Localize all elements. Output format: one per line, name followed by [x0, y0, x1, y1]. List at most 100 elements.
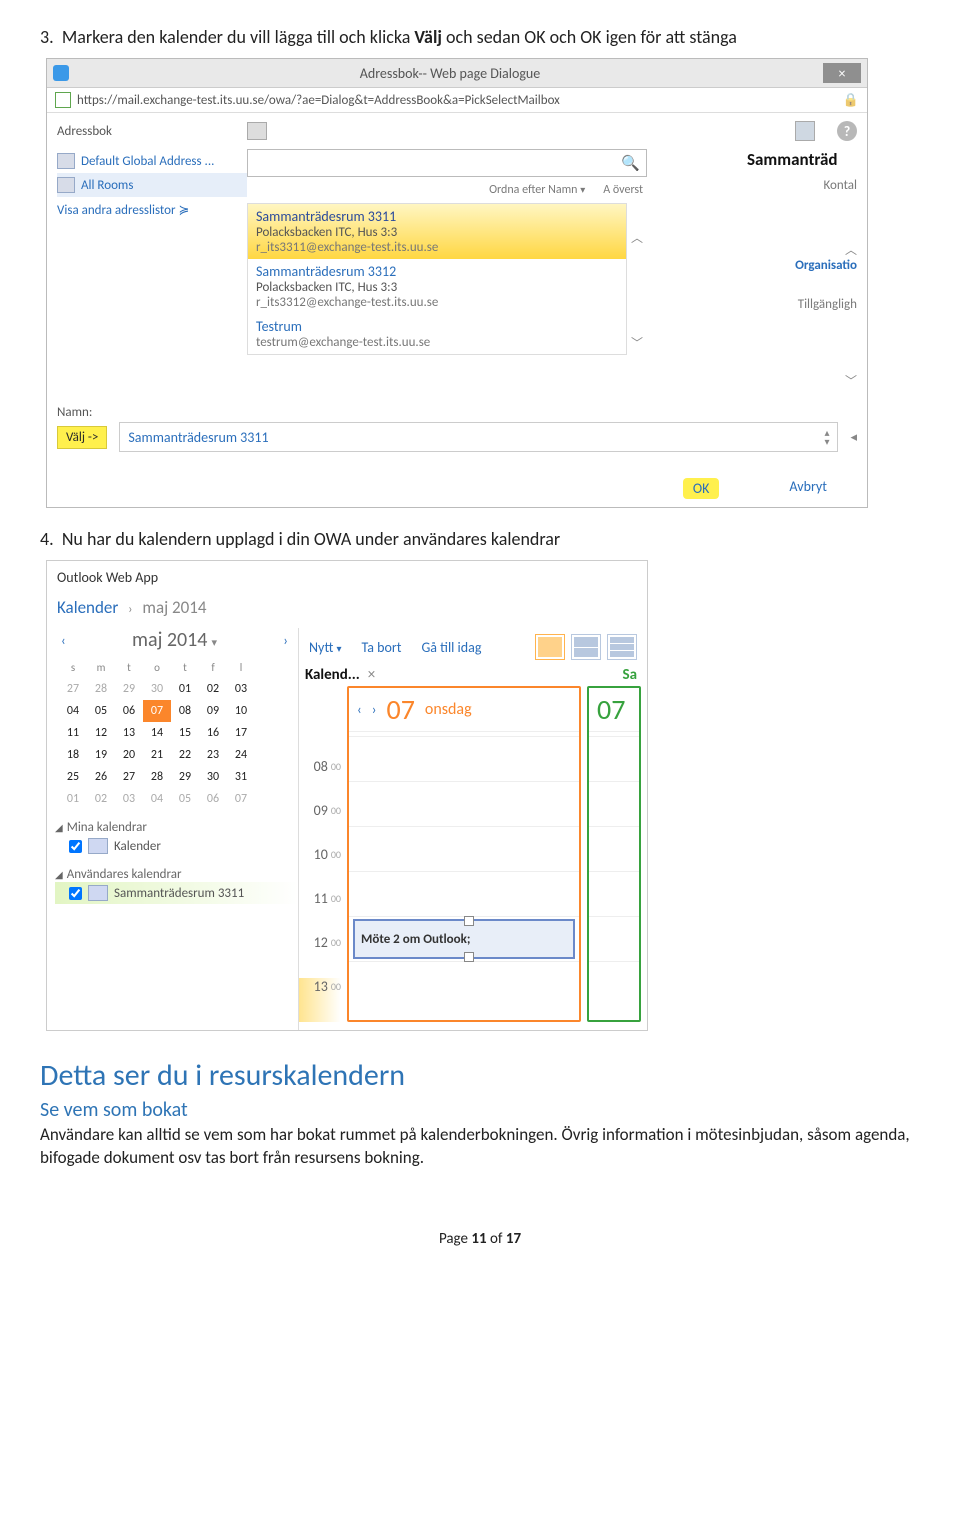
- calendar-day[interactable]: 05: [171, 788, 199, 810]
- room-list-item[interactable]: Sammanträdesrum 3311 Polacksbacken ITC, …: [248, 204, 626, 259]
- time-slot[interactable]: [349, 826, 579, 871]
- calendar-day[interactable]: 15: [171, 722, 199, 744]
- calendar-day[interactable]: 07: [227, 788, 255, 810]
- ok-button[interactable]: OK: [683, 478, 720, 499]
- view-month-button[interactable]: [607, 634, 637, 660]
- calendar-day[interactable]: 03: [227, 678, 255, 700]
- help-icon[interactable]: ?: [837, 121, 857, 141]
- calendar-day[interactable]: 29: [115, 678, 143, 700]
- show-other-lists-link[interactable]: Visa andra adresslistor ≽: [57, 203, 247, 218]
- calendar-day[interactable]: 03: [115, 788, 143, 810]
- delete-button[interactable]: Ta bort: [362, 639, 402, 656]
- calendar-day[interactable]: 01: [59, 788, 87, 810]
- today-button[interactable]: Gå till idag: [421, 639, 481, 656]
- scroll-up-icon[interactable]: ︿: [631, 229, 643, 246]
- calendar-day[interactable]: 18: [59, 744, 87, 766]
- room-list-item[interactable]: Sammanträdesrum 3312 Polacksbacken ITC, …: [248, 259, 626, 314]
- dialog-close-button[interactable]: ×: [823, 63, 861, 83]
- chevron-down-icon[interactable]: ▾: [211, 636, 217, 649]
- calendar-day[interactable]: 30: [143, 678, 171, 700]
- scroll-up-icon[interactable]: ︿: [747, 241, 857, 258]
- calendar-tab[interactable]: Kalend...×: [305, 666, 375, 684]
- calendar-item-room[interactable]: Sammanträdesrum 3311: [55, 882, 298, 904]
- room-list-item[interactable]: Testrum testrum@exchange-test.its.uu.se: [248, 314, 626, 354]
- calendar-day[interactable]: 24: [227, 744, 255, 766]
- calendar-day[interactable]: 12: [87, 722, 115, 744]
- calendar-day[interactable]: 08: [171, 700, 199, 722]
- prev-month-button[interactable]: ‹: [61, 632, 66, 649]
- group-my-calendars[interactable]: ◢Mina kalendrar: [55, 820, 298, 835]
- calendar-day[interactable]: 31: [227, 766, 255, 788]
- time-slot[interactable]: [589, 781, 639, 826]
- calendar-day[interactable]: 16: [199, 722, 227, 744]
- time-slot[interactable]: [349, 871, 579, 916]
- calendar-event[interactable]: Möte 2 om Outlook;: [353, 919, 575, 959]
- calendar-day[interactable]: 23: [199, 744, 227, 766]
- time-slot[interactable]: [589, 826, 639, 871]
- time-slot[interactable]: [589, 961, 639, 1006]
- calendar-day[interactable]: 27: [59, 678, 87, 700]
- calendar-day[interactable]: 07: [143, 700, 171, 722]
- prev-day-button[interactable]: ‹: [357, 701, 362, 718]
- selected-name-field[interactable]: Sammanträdesrum 3311 ▴▾: [119, 422, 838, 452]
- calendar-day[interactable]: 28: [143, 766, 171, 788]
- calendar-checkbox[interactable]: [69, 840, 82, 853]
- calendar-day[interactable]: 28: [87, 678, 115, 700]
- cancel-button[interactable]: Avbryt: [789, 478, 827, 499]
- calendar-day[interactable]: 05: [87, 700, 115, 722]
- calendar-day[interactable]: 04: [59, 700, 87, 722]
- next-day-button[interactable]: ›: [372, 701, 377, 718]
- scroll-down-icon[interactable]: ﹀: [747, 372, 857, 389]
- mini-cal-month[interactable]: maj 2014: [132, 628, 207, 652]
- search-input[interactable]: 🔍: [247, 149, 647, 177]
- calendar-day[interactable]: 01: [171, 678, 199, 700]
- new-button[interactable]: Nytt ▾: [309, 639, 342, 656]
- sidebar-default-gal[interactable]: Default Global Address ...: [57, 149, 247, 173]
- calendar-day[interactable]: 27: [115, 766, 143, 788]
- list-scrollbar[interactable]: ︿ ﹀: [627, 203, 647, 355]
- time-slot[interactable]: [589, 871, 639, 916]
- select-button[interactable]: Välj ->: [57, 426, 107, 449]
- calendar-item-mine[interactable]: Kalender: [55, 835, 298, 857]
- calendar-day[interactable]: 06: [199, 788, 227, 810]
- collapse-icon[interactable]: ◂: [850, 430, 857, 445]
- stepper-up-icon[interactable]: ▴▾: [824, 428, 829, 446]
- calendar-day[interactable]: 02: [87, 788, 115, 810]
- calendar-day[interactable]: 19: [87, 744, 115, 766]
- calendar-day[interactable]: 10: [227, 700, 255, 722]
- time-slot[interactable]: [589, 736, 639, 781]
- calendar-tab-secondary[interactable]: Sa: [623, 666, 638, 684]
- scroll-down-icon[interactable]: ﹀: [631, 334, 643, 351]
- calendar-day[interactable]: 11: [59, 722, 87, 744]
- close-tab-icon[interactable]: ×: [368, 666, 375, 684]
- calendar-day[interactable]: 02: [199, 678, 227, 700]
- calendar-day[interactable]: 29: [171, 766, 199, 788]
- addressbook-icon[interactable]: [247, 122, 267, 140]
- group-user-calendars[interactable]: ◢Användares kalendrar: [55, 867, 298, 882]
- calendar-day[interactable]: 21: [143, 744, 171, 766]
- next-month-button[interactable]: ›: [283, 632, 288, 649]
- calendar-day[interactable]: 22: [171, 744, 199, 766]
- action-icon[interactable]: [795, 121, 815, 141]
- view-day-button[interactable]: [535, 634, 565, 660]
- calendar-day[interactable]: 26: [87, 766, 115, 788]
- sort-order-link[interactable]: A överst: [603, 183, 643, 197]
- calendar-day[interactable]: 14: [143, 722, 171, 744]
- calendar-day[interactable]: 06: [115, 700, 143, 722]
- breadcrumb-calendar[interactable]: Kalender: [57, 597, 118, 618]
- calendar-day[interactable]: 20: [115, 744, 143, 766]
- time-slot[interactable]: [349, 781, 579, 826]
- calendar-day[interactable]: 17: [227, 722, 255, 744]
- calendar-day[interactable]: 04: [143, 788, 171, 810]
- time-slot[interactable]: [349, 736, 579, 781]
- time-slot[interactable]: [349, 961, 579, 1006]
- search-icon[interactable]: 🔍: [621, 154, 640, 173]
- details-organization-link[interactable]: Organisatio: [747, 258, 857, 273]
- view-week-button[interactable]: [571, 634, 601, 660]
- calendar-day[interactable]: 25: [59, 766, 87, 788]
- calendar-day[interactable]: 13: [115, 722, 143, 744]
- calendar-day[interactable]: 30: [199, 766, 227, 788]
- calendar-day[interactable]: 09: [199, 700, 227, 722]
- mini-calendar[interactable]: smtotfl272829300102030405060708091011121…: [55, 656, 298, 810]
- calendar-checkbox[interactable]: [69, 887, 82, 900]
